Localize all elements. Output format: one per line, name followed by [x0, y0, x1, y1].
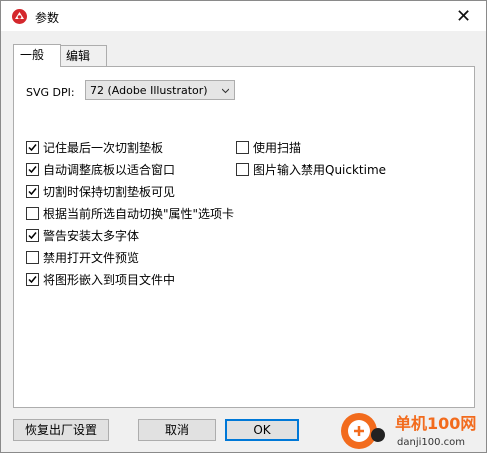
- option-remember-last-mat[interactable]: 记住最后一次切割垫板: [26, 139, 163, 155]
- checkbox[interactable]: [26, 184, 39, 198]
- watermark-logo: 单机100网 danji100.com: [341, 413, 476, 449]
- check-icon: [28, 275, 37, 283]
- svg-dpi-value: 72 (Adobe Illustrator): [90, 84, 208, 97]
- option-embed-graphics[interactable]: 将图形嵌入到项目文件中: [26, 271, 175, 287]
- svg-dpi-select[interactable]: 72 (Adobe Illustrator): [85, 80, 235, 100]
- watermark-text: 单机100网: [395, 414, 476, 433]
- option-warn-many-fonts[interactable]: 警告安装太多字体: [26, 227, 139, 243]
- option-auto-switch-properties[interactable]: 根据当前所选自动切换"属性"选项卡: [26, 205, 234, 221]
- checkbox[interactable]: [26, 140, 39, 154]
- ok-button[interactable]: OK: [225, 419, 299, 441]
- check-icon: [28, 143, 37, 151]
- check-icon: [28, 187, 37, 195]
- checkbox[interactable]: [26, 206, 39, 220]
- checkbox[interactable]: [26, 250, 39, 264]
- checkbox[interactable]: [26, 162, 39, 176]
- chevron-down-icon: [222, 88, 229, 94]
- title-bar: 参数 ✕: [1, 1, 486, 31]
- cancel-button[interactable]: 取消: [138, 419, 216, 441]
- option-use-scan[interactable]: 使用扫描: [236, 139, 301, 155]
- reset-defaults-button[interactable]: 恢复出厂设置: [13, 419, 109, 441]
- tab-general[interactable]: 一般: [13, 44, 61, 67]
- window-title: 参数: [35, 11, 60, 25]
- check-icon: [28, 165, 37, 173]
- tab-edit[interactable]: 编辑: [59, 45, 107, 66]
- checkbox[interactable]: [26, 272, 39, 286]
- preferences-dialog: 参数 ✕ 一般 编辑 SVG DPI: 72 (Adobe Illustrato…: [0, 0, 487, 453]
- checkbox[interactable]: [26, 228, 39, 242]
- option-keep-mat-visible[interactable]: 切割时保持切割垫板可见: [26, 183, 175, 199]
- svg-dpi-label: SVG DPI:: [26, 86, 75, 99]
- option-disable-file-preview[interactable]: 禁用打开文件预览: [26, 249, 139, 265]
- close-button[interactable]: ✕: [441, 1, 486, 31]
- option-auto-fit-mat[interactable]: 自动调整底板以适合窗口: [26, 161, 175, 177]
- app-logo-icon: [12, 9, 27, 24]
- checkbox[interactable]: [236, 162, 249, 176]
- close-icon: ✕: [455, 5, 472, 27]
- checkbox[interactable]: [236, 140, 249, 154]
- check-icon: [28, 231, 37, 239]
- option-disable-quicktime[interactable]: 图片输入禁用Quicktime: [236, 161, 386, 177]
- watermark-url: danji100.com: [397, 437, 465, 448]
- general-tab-panel: SVG DPI: 72 (Adobe Illustrator) 记住最后一次切割…: [13, 66, 475, 408]
